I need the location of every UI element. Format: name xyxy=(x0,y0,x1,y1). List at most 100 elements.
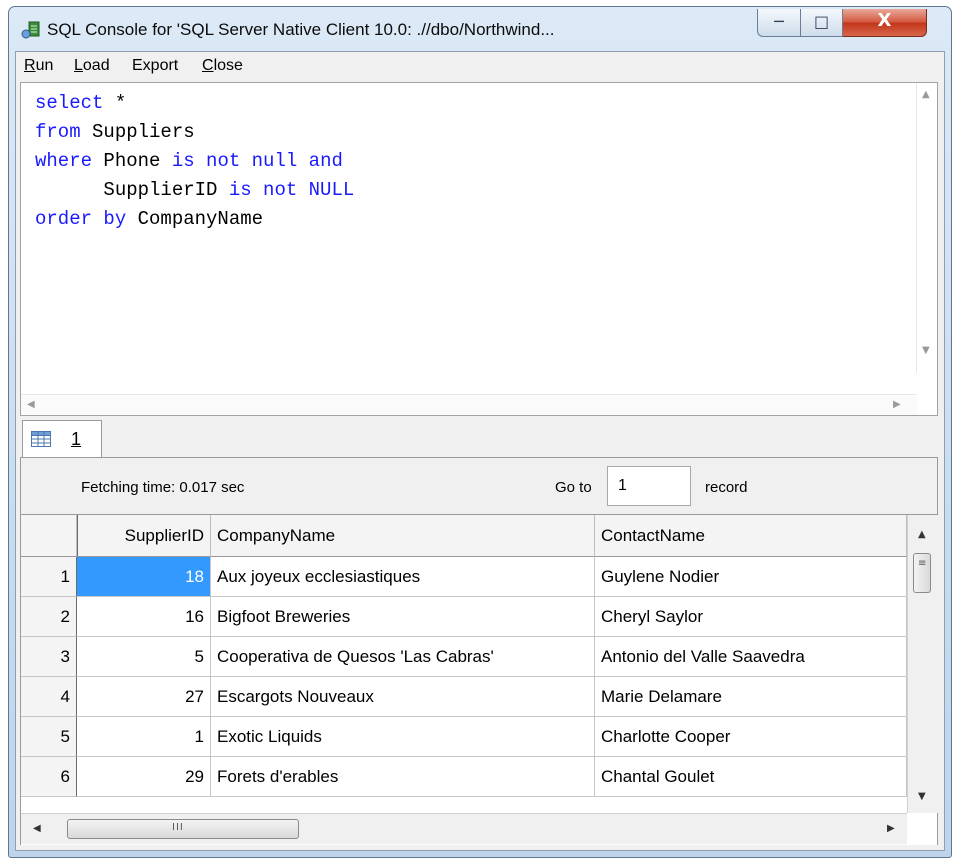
companyname-cell[interactable]: Cooperativa de Quesos 'Las Cabras' xyxy=(211,637,595,677)
companyname-cell[interactable]: Escargots Nouveaux xyxy=(211,677,595,717)
record-label: record xyxy=(705,479,748,496)
table-row[interactable]: 4 27 Escargots Nouveaux Marie Delamare xyxy=(21,677,907,717)
menu-load-rest: oad xyxy=(82,57,110,74)
column-header-companyname[interactable]: CompanyName xyxy=(211,515,595,557)
supplierid-cell[interactable]: 16 xyxy=(77,597,211,637)
row-number-cell[interactable]: 4 xyxy=(21,677,77,717)
column-header-label: ContactName xyxy=(601,526,705,545)
column-header-label: CompanyName xyxy=(217,526,336,545)
goto-label: Go to xyxy=(555,479,592,496)
menu-close[interactable]: Close xyxy=(202,57,243,75)
sql-editor[interactable]: select * from Suppliers where Phone is n… xyxy=(20,82,938,416)
contactname-cell[interactable]: Cheryl Saylor xyxy=(595,597,907,637)
minimize-icon: ─ xyxy=(774,12,784,31)
column-header-label: SupplierID xyxy=(124,526,204,545)
title-bar[interactable]: SQL Console for 'SQL Server Native Clien… xyxy=(9,7,951,51)
row-number-cell[interactable]: 3 xyxy=(21,637,77,677)
supplierid-cell[interactable]: 1 xyxy=(77,717,211,757)
database-app-icon xyxy=(21,21,40,39)
menu-export-label: Export xyxy=(132,57,179,74)
sql-keyword: is not NULL xyxy=(228,179,355,201)
maximize-icon: □ xyxy=(813,12,830,31)
supplierid-cell-text: 16 xyxy=(185,607,204,626)
maximize-button[interactable]: □ xyxy=(801,9,843,37)
table-row[interactable]: 2 16 Bigfoot Breweries Cheryl Saylor xyxy=(21,597,907,637)
sql-console-window: SQL Console for 'SQL Server Native Clien… xyxy=(8,6,952,858)
companyname-cell-text: Bigfoot Breweries xyxy=(217,607,351,626)
scroll-down-arrow-icon[interactable]: ▼ xyxy=(918,791,926,802)
supplierid-cell[interactable]: 5 xyxy=(77,637,211,677)
menu-load[interactable]: Load xyxy=(74,57,110,75)
sql-text: Suppliers xyxy=(80,121,195,143)
close-window-button[interactable]: X xyxy=(843,9,927,37)
tab-result-1[interactable]: 1 xyxy=(22,420,102,458)
sql-text: * xyxy=(103,92,127,114)
goto-record-input[interactable] xyxy=(607,466,691,506)
supplierid-cell-text: 18 xyxy=(185,567,204,586)
scroll-right-arrow-icon[interactable]: ▶ xyxy=(887,823,895,834)
companyname-cell-text: Escargots Nouveaux xyxy=(217,687,374,706)
row-number-cell-text: 3 xyxy=(60,647,70,666)
contactname-cell-text: Marie Delamare xyxy=(601,687,722,706)
fetching-time-label: Fetching time: 0.017 sec xyxy=(81,479,245,496)
table-horizontal-scrollbar[interactable]: ◀ III ▶ xyxy=(21,813,907,844)
minimize-button[interactable]: ─ xyxy=(757,9,801,37)
grid-table-icon xyxy=(31,431,51,447)
contactname-cell[interactable]: Guylene Nodier xyxy=(595,557,907,597)
companyname-cell[interactable]: Bigfoot Breweries xyxy=(211,597,595,637)
row-number-cell[interactable]: 6 xyxy=(21,757,77,797)
grip-icon: ≡ xyxy=(918,558,928,569)
contactname-cell-text: Charlotte Cooper xyxy=(601,727,731,746)
editor-horizontal-scrollbar[interactable]: ◀ ▶ xyxy=(21,394,917,415)
contactname-cell-text: Antonio del Valle Saavedra xyxy=(601,647,805,666)
scroll-down-arrow-icon[interactable]: ▼ xyxy=(922,345,930,356)
row-number-cell[interactable]: 5 xyxy=(21,717,77,757)
scroll-left-arrow-icon[interactable]: ◀ xyxy=(27,399,35,410)
supplierid-cell-text: 27 xyxy=(185,687,204,706)
scroll-right-arrow-icon[interactable]: ▶ xyxy=(893,399,901,410)
supplierid-cell[interactable]: 18 xyxy=(77,557,211,597)
contactname-cell[interactable]: Charlotte Cooper xyxy=(595,717,907,757)
contactname-cell[interactable]: Chantal Goulet xyxy=(595,757,907,797)
column-header-contactname[interactable]: ContactName xyxy=(595,515,907,557)
scroll-up-arrow-icon[interactable]: ▲ xyxy=(922,89,930,100)
results-table[interactable]: SupplierID CompanyName ContactName 1 18 Au… xyxy=(21,514,938,845)
console-client-area: Run Load Export Close select * from Supp… xyxy=(15,51,945,851)
editor-vertical-scrollbar[interactable]: ▲ ▼ xyxy=(916,83,937,373)
row-number-cell-text: 6 xyxy=(60,767,70,786)
header-corner[interactable] xyxy=(21,515,77,557)
scroll-up-arrow-icon[interactable]: ▲ xyxy=(918,529,926,540)
table-row[interactable]: 6 29 Forets d'erables Chantal Goulet xyxy=(21,757,907,797)
tab-label: 1 xyxy=(71,429,82,449)
companyname-cell[interactable]: Forets d'erables xyxy=(211,757,595,797)
horizontal-scroll-thumb[interactable]: III xyxy=(67,819,299,839)
column-header-supplierid[interactable]: SupplierID xyxy=(77,515,211,557)
sql-text: Phone xyxy=(92,150,172,172)
sql-query-text[interactable]: select * from Suppliers where Phone is n… xyxy=(35,89,354,234)
companyname-cell[interactable]: Exotic Liquids xyxy=(211,717,595,757)
supplierid-cell-text: 29 xyxy=(185,767,204,786)
contactname-cell[interactable]: Antonio del Valle Saavedra xyxy=(595,637,907,677)
sql-text: CompanyName xyxy=(126,208,264,230)
supplierid-cell[interactable]: 29 xyxy=(77,757,211,797)
sql-keyword: from xyxy=(35,121,81,143)
contactname-cell-text: Guylene Nodier xyxy=(601,567,720,586)
row-number-cell[interactable]: 1 xyxy=(21,557,77,597)
contactname-cell[interactable]: Marie Delamare xyxy=(595,677,907,717)
scroll-left-arrow-icon[interactable]: ◀ xyxy=(33,823,41,834)
vertical-scroll-thumb[interactable]: ≡ xyxy=(913,553,931,593)
supplierid-cell[interactable]: 27 xyxy=(77,677,211,717)
close-icon: X xyxy=(877,10,892,31)
table-row[interactable]: 3 5 Cooperativa de Quesos 'Las Cabras' Anto… xyxy=(21,637,907,677)
contactname-cell-text: Cheryl Saylor xyxy=(601,607,704,626)
table-row[interactable]: 5 1 Exotic Liquids Charlotte Cooper xyxy=(21,717,907,757)
menu-run[interactable]: Run xyxy=(24,57,53,75)
row-number-cell[interactable]: 2 xyxy=(21,597,77,637)
table-row[interactable]: 1 18 Aux joyeux ecclesiastiques Guylene Nod… xyxy=(21,557,907,597)
sql-keyword: where xyxy=(35,150,93,172)
companyname-cell-text: Forets d'erables xyxy=(217,767,339,786)
table-vertical-scrollbar[interactable]: ▲ ≡ ▼ xyxy=(907,515,938,813)
menu-export[interactable]: Export xyxy=(132,57,178,75)
companyname-cell[interactable]: Aux joyeux ecclesiastiques xyxy=(211,557,595,597)
row-number-cell-text: 2 xyxy=(60,607,70,626)
